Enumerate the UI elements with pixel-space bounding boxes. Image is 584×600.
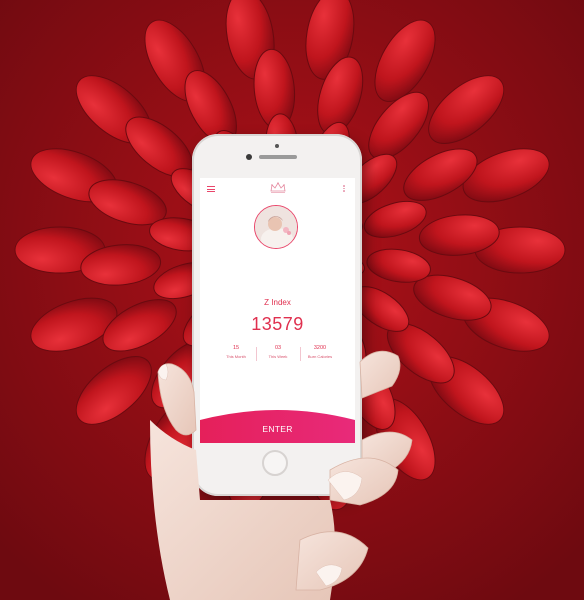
crown-logo	[270, 182, 286, 193]
front-camera	[246, 154, 252, 160]
stat-label: This Week	[268, 354, 288, 359]
stat-this-week: 03 This Week	[256, 345, 300, 359]
vertical-dots-icon[interactable]	[343, 185, 346, 193]
stat-burn-calories: 3200 Burn Calories	[298, 345, 342, 359]
enter-button-label[interactable]: ENTER	[200, 424, 355, 434]
app-screen: Z Index 13579 15 This Month 03 This Week…	[200, 178, 355, 443]
smartphone: Z Index 13579 15 This Month 03 This Week…	[192, 134, 362, 496]
hamburger-menu-icon[interactable]	[207, 186, 215, 192]
stat-this-month: 15 This Month	[214, 345, 258, 359]
stat-label: Burn Calories	[307, 354, 333, 359]
stat-value: 3200	[313, 345, 327, 351]
top-bar	[200, 178, 355, 200]
stats-row: 15 This Month 03 This Week 3200 Burn Cal…	[200, 345, 355, 365]
index-label: Z Index	[264, 298, 291, 307]
home-button[interactable]	[262, 450, 288, 476]
profile-photo	[255, 206, 297, 248]
index-value: 13579	[251, 314, 304, 334]
stat-value: 15	[232, 345, 240, 351]
sensor-dot	[275, 144, 279, 148]
profile-avatar[interactable]	[254, 205, 298, 249]
stat-label: This Month	[226, 354, 246, 359]
stat-value: 03	[274, 345, 282, 351]
earpiece-speaker	[259, 155, 297, 159]
